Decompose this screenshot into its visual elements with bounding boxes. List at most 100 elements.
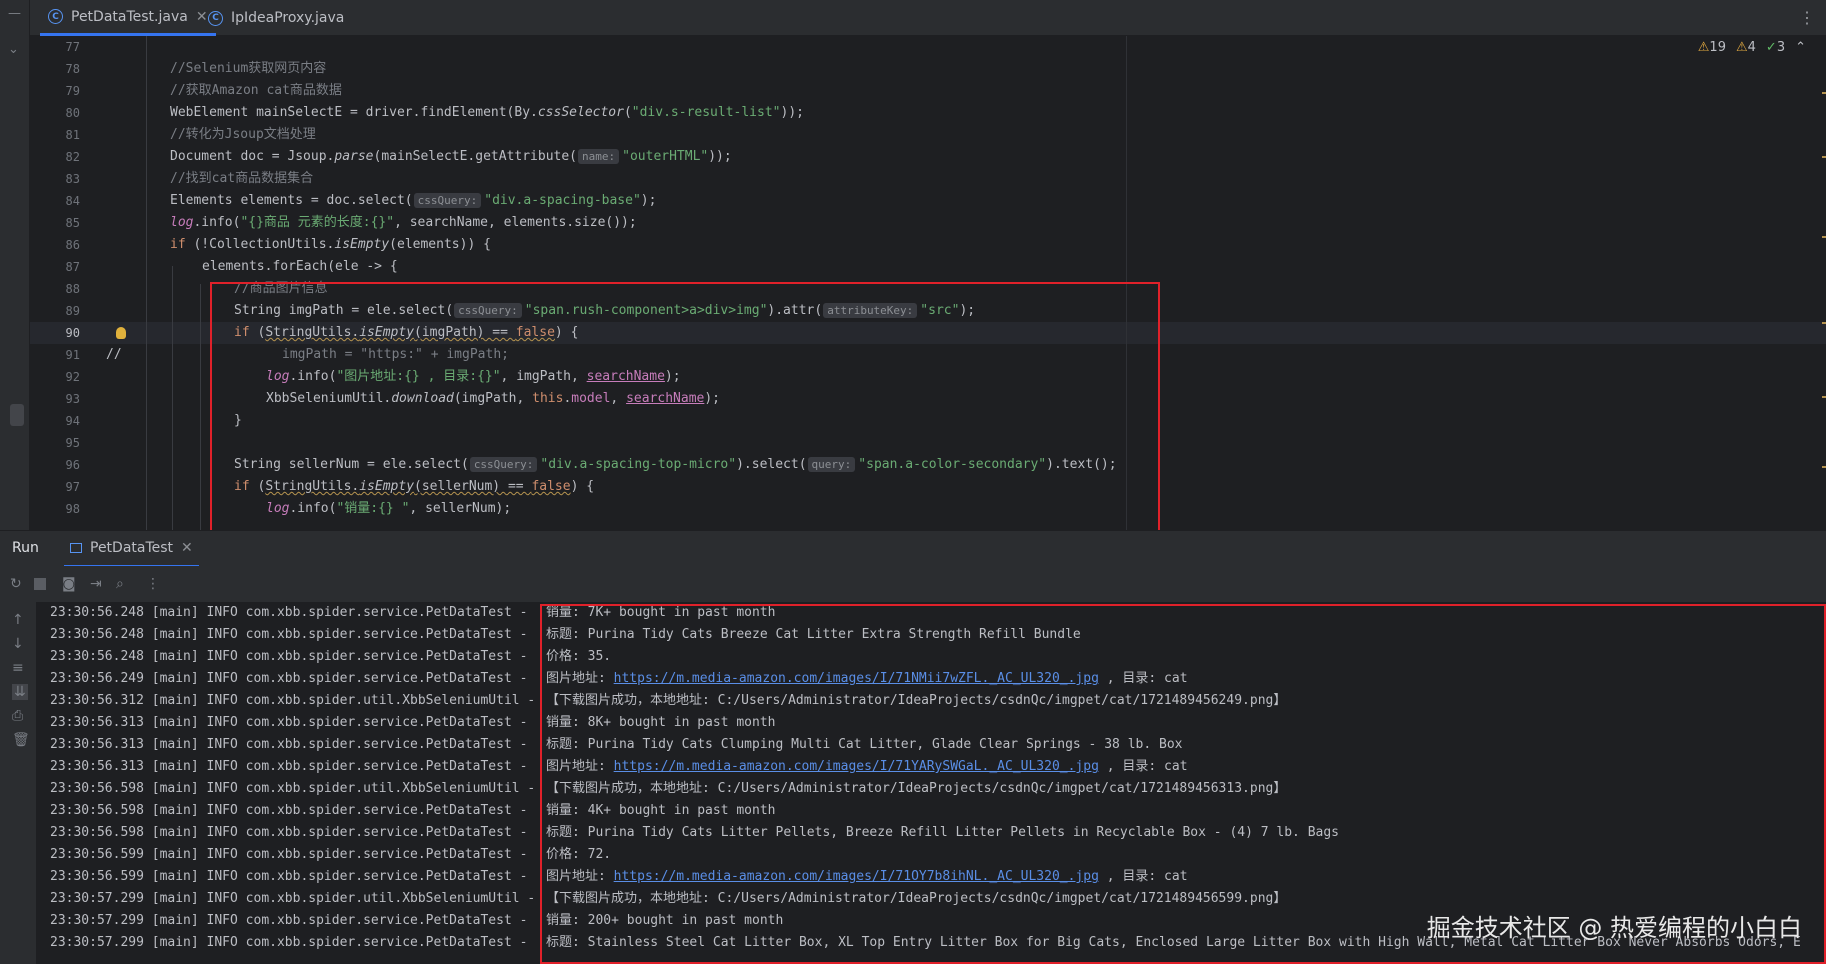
line-number: 96 xyxy=(65,458,80,472)
code-line-86: if (!CollectionUtils.isEmpty(elements)) … xyxy=(170,237,491,252)
log-prefix: 23:30:56.249 [main] INFO com.xbb.spider.… xyxy=(50,671,528,686)
log-prefix: 23:30:57.299 [main] INFO com.xbb.spider.… xyxy=(50,891,536,906)
indent-guide xyxy=(146,36,147,530)
scroll-marker xyxy=(1822,466,1826,468)
log-prefix: 23:30:56.248 [main] INFO com.xbb.spider.… xyxy=(50,605,528,620)
code-line-83: //找到cat商品数据集合 xyxy=(170,171,314,186)
rerun-icon[interactable]: ↻ xyxy=(10,576,22,592)
log-prefix: 23:30:57.299 [main] INFO com.xbb.spider.… xyxy=(50,913,528,928)
log-prefix: 23:30:56.598 [main] INFO com.xbb.spider.… xyxy=(50,825,528,840)
trash-icon[interactable]: 🗑 xyxy=(12,732,30,748)
code-line-82: Document doc = Jsoup.parse(mainSelectE.g… xyxy=(170,149,732,164)
parameter-hint: cssQuery: xyxy=(413,193,482,208)
line-number: 85 xyxy=(65,216,80,230)
indent-guide xyxy=(172,266,173,530)
parameter-hint: name: xyxy=(578,149,620,164)
comment-marker: // xyxy=(106,347,122,362)
watermark: 掘金技术社区 @ 热爱编程的小白白 xyxy=(1426,914,1802,942)
tab-label: PetDataTest.java xyxy=(71,8,188,25)
log-prefix: 23:30:56.598 [main] INFO com.xbb.spider.… xyxy=(50,781,536,796)
soft-wrap-icon[interactable]: ≡ xyxy=(12,660,24,676)
scroll-marker xyxy=(1822,236,1826,238)
line-number: 82 xyxy=(65,150,80,164)
log-prefix: 23:30:56.248 [main] INFO com.xbb.spider.… xyxy=(50,627,528,642)
arrow-up-icon[interactable]: ↑ xyxy=(12,612,24,628)
more-options-icon[interactable]: ⋮ xyxy=(146,576,160,592)
line-number: 81 xyxy=(65,128,80,142)
tab-label: IpIdeaProxy.java xyxy=(231,10,345,26)
code-line-80: WebElement mainSelectE = driver.findElem… xyxy=(170,105,804,120)
inspection-widget[interactable]: ⚠19 ⚠4 ✓3 ⌃ xyxy=(1698,40,1806,55)
run-config-icon xyxy=(70,543,82,553)
tab-petdatatest[interactable]: C PetDataTest.java ✕ xyxy=(40,0,216,36)
log-prefix: 23:30:56.598 [main] INFO com.xbb.spider.… xyxy=(50,803,528,818)
lightbulb-icon[interactable] xyxy=(116,327,126,339)
code-line-78: //Selenium获取网页内容 xyxy=(170,61,327,76)
code-line-79: //获取Amazon cat商品数据 xyxy=(170,83,342,98)
chevron-up-icon[interactable]: ⌃ xyxy=(1795,40,1806,55)
run-panel-header: Run PetDataTest ✕ xyxy=(0,530,1826,567)
code-line-85: log.info("{}商品 元素的长度:{}", searchName, el… xyxy=(170,215,637,230)
line-number: 90 xyxy=(65,326,80,340)
arrow-down-icon[interactable]: ↓ xyxy=(12,636,24,652)
log-prefix: 23:30:57.299 [main] INFO com.xbb.spider.… xyxy=(50,935,528,950)
log-prefix: 23:30:56.599 [main] INFO com.xbb.spider.… xyxy=(50,847,528,862)
line-number: 79 xyxy=(65,84,80,98)
ok-count[interactable]: ✓3 xyxy=(1766,40,1785,55)
weak-warning-count[interactable]: ⚠4 xyxy=(1736,40,1756,55)
java-class-icon: C xyxy=(48,9,63,24)
code-line-84: Elements elements = doc.select(cssQuery:… xyxy=(170,193,657,208)
line-number: 95 xyxy=(65,436,80,450)
line-number: 92 xyxy=(65,370,80,384)
structure-tool-icon[interactable] xyxy=(10,404,24,426)
log-prefix: 23:30:56.248 [main] INFO com.xbb.spider.… xyxy=(50,649,528,664)
scroll-marker xyxy=(1822,322,1826,324)
code-line-87: elements.forEach(ele -> { xyxy=(202,259,398,274)
more-options-icon[interactable]: ⋮ xyxy=(1799,8,1816,27)
console-side-toolbar: ↑ ↓ ≡ ⇊ ⎙ 🗑 xyxy=(0,602,36,964)
menu-icon[interactable]: — xyxy=(8,6,21,21)
line-number: 80 xyxy=(65,106,80,120)
log-prefix: 23:30:56.312 [main] INFO com.xbb.spider.… xyxy=(50,693,536,708)
export-icon[interactable]: ⇥ xyxy=(90,576,102,592)
line-number: 94 xyxy=(65,414,80,428)
java-class-icon: C xyxy=(208,10,223,26)
line-number: 83 xyxy=(65,172,80,186)
tab-ipideaproxy[interactable]: C IpIdeaProxy.java xyxy=(200,0,352,36)
scroll-to-end-icon[interactable]: ⇊ xyxy=(12,684,28,700)
line-number: 84 xyxy=(65,194,80,208)
left-tool-strip: — ⌄ xyxy=(0,0,30,530)
line-number: 77 xyxy=(65,40,80,54)
scroll-marker xyxy=(1822,396,1826,398)
editor-tab-bar: C PetDataTest.java ✕ C IpIdeaProxy.java … xyxy=(30,0,1826,36)
run-panel-title: Run xyxy=(12,540,39,556)
run-tab-label: PetDataTest xyxy=(90,540,174,556)
search-icon[interactable]: ⌕ xyxy=(116,576,124,592)
print-icon[interactable]: ⎙ xyxy=(12,708,23,724)
indent-guide xyxy=(200,284,201,530)
line-number: 87 xyxy=(65,260,80,274)
line-number: 91 xyxy=(65,348,80,362)
stop-icon[interactable] xyxy=(34,578,46,590)
log-prefix: 23:30:56.599 [main] INFO com.xbb.spider.… xyxy=(50,869,528,884)
chevron-down-icon[interactable]: ⌄ xyxy=(8,42,19,57)
line-number: 93 xyxy=(65,392,80,406)
line-number: 89 xyxy=(65,304,80,318)
log-prefix: 23:30:56.313 [main] INFO com.xbb.spider.… xyxy=(50,759,528,774)
log-prefix: 23:30:56.313 [main] INFO com.xbb.spider.… xyxy=(50,715,528,730)
camera-icon[interactable]: ◙ xyxy=(62,576,76,592)
warning-count[interactable]: ⚠19 xyxy=(1698,40,1726,55)
line-number: 97 xyxy=(65,480,80,494)
scroll-marker xyxy=(1822,92,1826,94)
scroll-marker xyxy=(1822,156,1826,158)
tab-run-config[interactable]: PetDataTest ✕ xyxy=(64,531,199,567)
line-number: 88 xyxy=(65,282,80,296)
log-prefix: 23:30:56.313 [main] INFO com.xbb.spider.… xyxy=(50,737,528,752)
highlight-box-code xyxy=(210,282,1160,530)
line-number: 98 xyxy=(65,502,80,516)
line-number: 86 xyxy=(65,238,80,252)
close-icon[interactable]: ✕ xyxy=(181,540,193,556)
run-toolbar: ↻ ◙ ⇥ ⌕ ⋮ xyxy=(0,566,1826,602)
code-editor[interactable]: ⚠19 ⚠4 ✓3 ⌃ 77 78 79 80 81 82 83 84 85 8… xyxy=(30,36,1826,530)
line-number: 78 xyxy=(65,62,80,76)
